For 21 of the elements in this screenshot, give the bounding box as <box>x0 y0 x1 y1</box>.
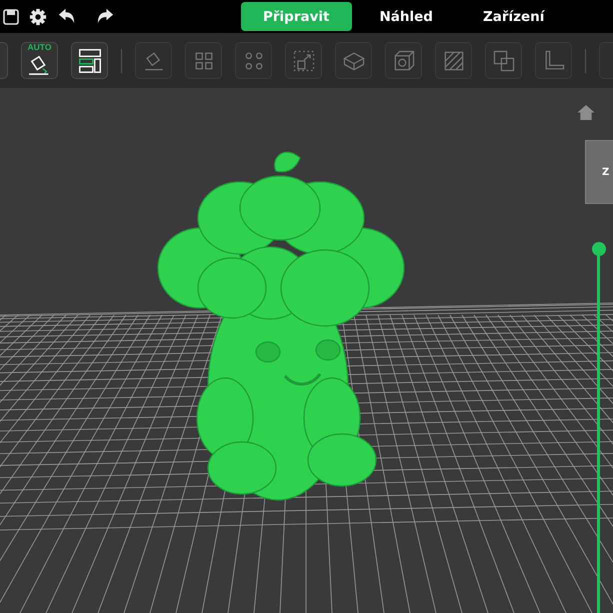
tab[interactable]: Zařízení <box>460 2 566 31</box>
hatch-tool-button[interactable] <box>435 42 472 79</box>
slider-thumb[interactable] <box>592 242 606 256</box>
scale-tool-button[interactable] <box>285 42 322 79</box>
layer-slider[interactable] <box>592 242 606 613</box>
box-tool-button[interactable] <box>335 42 372 79</box>
settings-icon[interactable] <box>29 8 47 26</box>
view-cube-label: Z <box>602 167 610 178</box>
view-cube[interactable]: Z <box>585 140 613 204</box>
tab[interactable]: Náhled <box>358 2 455 31</box>
orient-tool-button[interactable] <box>135 42 172 79</box>
overlap-tool-button[interactable] <box>485 42 522 79</box>
arrange-tool-button[interactable] <box>71 42 108 79</box>
dots-tool-button[interactable] <box>235 42 272 79</box>
cut-off-tool-button[interactable] <box>0 42 8 79</box>
grid-tool-button[interactable] <box>185 42 222 79</box>
corner-tool-button[interactable] <box>535 42 572 79</box>
auto-orient-tool-button[interactable]: AUTO <box>21 42 58 79</box>
home-icon[interactable] <box>576 104 596 121</box>
save-icon[interactable] <box>3 8 19 24</box>
cube-tool-button[interactable] <box>385 42 422 79</box>
